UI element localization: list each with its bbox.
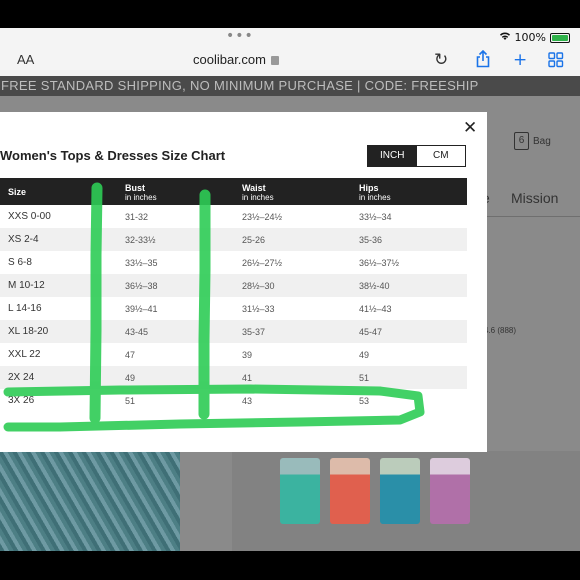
nav-item-mission[interactable]: Mission [511,190,558,206]
new-tab-icon[interactable]: + [513,50,527,70]
promo-banner[interactable]: FREE STANDARD SHIPPING, NO MINIMUM PURCH… [0,76,580,96]
column-header-waist: Waist in inches [242,183,274,202]
color-thumbnail[interactable] [430,458,470,524]
review-count: 4.6 (888) [484,326,517,335]
table-row: XS 2-4 32-33½ 25-26 35-36 [0,228,467,251]
battery-icon [550,32,570,43]
bag-button[interactable]: 6 Bag [514,132,551,150]
table-row: 2X 24 49 41 51 [0,366,467,389]
bag-label: Bag [533,135,551,147]
url-text: coolibar.com [193,52,266,67]
status-indicators: 100% [499,31,570,44]
close-icon[interactable]: ✕ [463,118,477,138]
bag-icon: 6 [514,132,529,150]
unit-option-inch[interactable]: INCH [368,146,417,166]
lock-icon [270,56,279,65]
multitask-dots[interactable]: ••• [226,28,254,44]
size-chart-title: Women's Tops & Dresses Size Chart [0,148,226,163]
table-row: M 10-12 36½–38 28½–30 38½-40 [0,274,467,297]
tabs-icon[interactable] [548,52,564,73]
table-header: Size Bust in inches Waist in inches Hips in… [0,178,467,205]
unit-toggle[interactable]: INCH CM [367,145,466,167]
table-row: XXL 22 47 39 49 [8,349,370,360]
browser-toolbar: AA coolibar.com ↻ + [0,46,580,76]
color-thumbnail[interactable] [330,458,370,524]
column-header-hips: Hips in inches [359,183,391,202]
table-row: L 14-16 39½–41 31½–33 41½–43 [8,303,392,314]
device-bezel-top [0,0,580,28]
table-row: XL 18-20 43-45 35-37 45-47 [0,320,467,343]
unit-option-cm[interactable]: CM [416,146,465,166]
product-image [0,451,180,551]
color-thumbnail[interactable] [380,458,420,524]
share-icon[interactable] [476,49,490,73]
status-bar: ••• 100% [0,28,580,46]
table-row: 3X 26 51 43 53 [8,395,370,406]
table-row: XXS 0-00 31-32 23½–24½ 33½–34 [8,211,392,222]
address-bar[interactable]: coolibar.com [193,52,279,67]
reload-icon[interactable]: ↻ [434,50,448,70]
size-chart-table: Size Bust in inches Waist in inches Hips in… [0,178,467,412]
color-thumbnail[interactable] [280,458,320,524]
column-header-bust: Bust in inches [125,183,157,202]
column-header-size: Size [8,187,27,197]
table-row: S 6-8 33½–35 26½–27½ 36½–37½ [8,257,400,268]
reader-settings-button[interactable]: AA [17,52,34,67]
battery-percent: 100% [514,31,546,44]
device-bezel-bottom [0,551,580,580]
wifi-icon [499,31,511,44]
